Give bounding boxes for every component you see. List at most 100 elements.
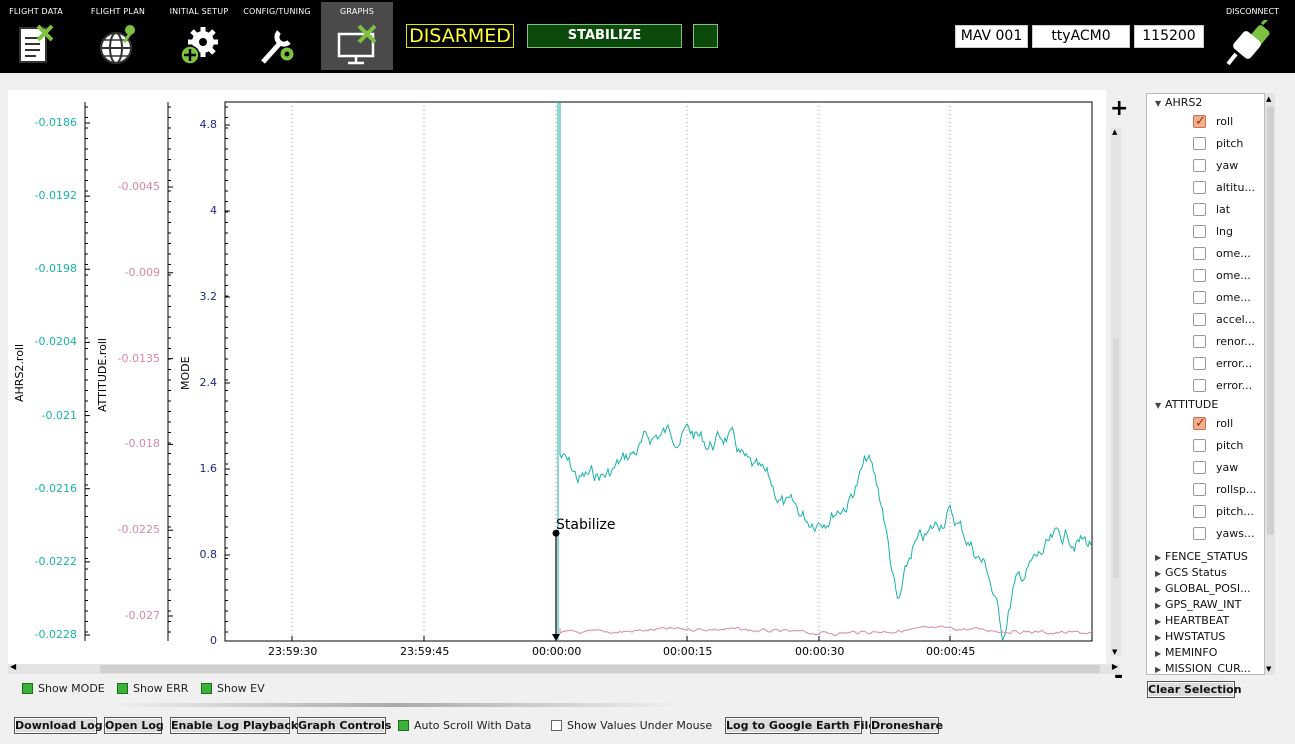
tree-group-collapsed[interactable]: ▶ GCS Status [1155,565,1227,581]
tree-group-collapsed[interactable]: ▶ MISSION_CUR... [1155,661,1251,674]
checkbox-unchecked[interactable] [1193,291,1206,304]
tree-group-collapsed[interactable]: ▶ HEARTBEAT [1155,613,1229,629]
tree-scrollbar[interactable]: ▲ ▼ [1265,93,1275,675]
open-log-button[interactable]: Open Log [104,717,164,734]
scroll-left-icon[interactable]: ◀ [10,662,16,671]
checkbox-unchecked[interactable] [1193,527,1206,540]
tree-group-collapsed[interactable]: ▶ HWSTATUS [1155,629,1225,645]
droneshare-button[interactable]: Droneshare [870,717,943,734]
checkbox-unchecked[interactable] [1193,357,1206,370]
scroll-thumb[interactable] [100,665,1100,673]
expand-arrow-icon[interactable]: ▶ [1155,598,1165,614]
plug-icon[interactable] [1226,20,1276,66]
auto-scroll-toggle[interactable]: Auto Scroll With Data [398,719,531,732]
checkbox-checked[interactable] [398,720,409,731]
slider-down-icon[interactable]: ▼ [1112,648,1117,656]
checkbox-unchecked[interactable] [1193,505,1206,518]
expand-arrow-icon[interactable]: ▶ [1155,582,1165,598]
tree-item[interactable]: lng [1147,223,1264,241]
checkbox-unchecked[interactable] [1193,247,1206,260]
tree-item[interactable]: roll [1147,113,1264,131]
port-select[interactable]: ttyACM0 [1032,25,1130,48]
tree-item-label: ome... [1216,247,1251,260]
tree-item[interactable]: rollsp... [1147,481,1264,499]
mav-select[interactable]: MAV 001 [955,25,1028,48]
expand-arrow-icon[interactable]: ▶ [1155,614,1165,630]
expand-arrow-icon[interactable]: ▶ [1155,662,1165,674]
checkbox-checked[interactable] [1193,415,1206,433]
graph-scrollbar[interactable]: ◀ ▶ [8,662,1120,674]
show-ev-toggle[interactable]: Show EV [201,682,265,695]
graph-panel[interactable]: -0.0186 -0.0192 -0.0198 -0.0204 -0.021 -0.021… [8,90,1106,664]
zoom-slider[interactable]: ▲ ▼ [1111,128,1121,656]
checkbox-unchecked[interactable] [551,720,562,731]
nav-initial-setup[interactable]: INITIAL SETUP [163,2,235,70]
checkbox-unchecked[interactable] [1193,379,1206,392]
tree-item[interactable]: ome... [1147,267,1264,285]
checkbox-unchecked[interactable] [1193,335,1206,348]
checkbox-unchecked[interactable] [1193,159,1206,172]
tree-item[interactable]: error... [1147,355,1264,373]
checkbox-unchecked[interactable] [1193,137,1206,150]
graph-chart[interactable] [8,90,1106,664]
zoom-in-button[interactable]: + [1110,96,1128,121]
tree-group-collapsed[interactable]: ▶ GLOBAL_POSI... [1155,581,1251,597]
tree-item[interactable]: yaws... [1147,525,1264,543]
download-log-button[interactable]: Download Log [14,717,103,734]
tree-scroll-thumb[interactable] [1267,107,1274,535]
tree-item[interactable]: pitch... [1147,503,1264,521]
checkbox-unchecked[interactable] [1193,269,1206,282]
tree-item[interactable]: ome... [1147,245,1264,263]
checkbox-unchecked[interactable] [1193,225,1206,238]
baud-select[interactable]: 115200 [1134,25,1204,48]
tree-item[interactable]: lat [1147,201,1264,219]
slider-thumb[interactable] [1113,338,1119,578]
nav-graphs[interactable]: GRAPHS [321,2,393,70]
tree-item[interactable]: ome... [1147,289,1264,307]
expand-arrow-icon[interactable]: ▼ [1155,398,1165,414]
tree-item[interactable]: accel... [1147,311,1264,329]
tree-group[interactable]: ▼ ATTITUDE [1155,397,1218,413]
slider-up-icon[interactable]: ▲ [1112,128,1117,136]
tree-item[interactable]: error... [1147,377,1264,395]
checkbox-unchecked[interactable] [1193,439,1206,452]
expand-arrow-icon[interactable]: ▼ [1155,96,1165,112]
checkbox-unchecked[interactable] [1193,203,1206,216]
enable-log-playback-button[interactable]: Enable Log Playback [170,717,298,734]
google-earth-button[interactable]: Log to Google Earth File [725,717,876,734]
clear-selection-button[interactable]: Clear Selection [1147,681,1242,698]
tree-item[interactable]: renor... [1147,333,1264,351]
tree-item[interactable]: pitch [1147,135,1264,153]
tree-item[interactable]: altitu... [1147,179,1264,197]
tree-item[interactable]: yaw [1147,157,1264,175]
graph-controls-button[interactable]: Graph Controls [297,717,391,734]
expand-arrow-icon[interactable]: ▶ [1155,646,1165,662]
nav-flight-plan[interactable]: FLIGHT PLAN [82,2,154,70]
tree-group-collapsed[interactable]: ▶ FENCE_STATUS [1155,549,1248,565]
nav-config-tuning[interactable]: CONFIG/TUNING [241,2,313,70]
tree-group-collapsed[interactable]: ▶ GPS_RAW_INT [1155,597,1241,613]
checkbox-unchecked[interactable] [1193,313,1206,326]
show-err-toggle[interactable]: Show ERR [117,682,188,695]
checkbox-unchecked[interactable] [1193,483,1206,496]
tree-scroll-down-icon[interactable]: ▼ [1266,665,1271,673]
expand-arrow-icon[interactable]: ▶ [1155,550,1165,566]
checkbox-checked[interactable] [22,683,33,694]
checkbox-checked[interactable] [201,683,212,694]
checkbox-unchecked[interactable] [1193,181,1206,194]
tree-item[interactable]: pitch [1147,437,1264,455]
expand-arrow-icon[interactable]: ▶ [1155,566,1165,582]
show-values-toggle[interactable]: Show Values Under Mouse [551,719,712,732]
tree-group-collapsed[interactable]: ▶ MEMINFO [1155,645,1217,661]
tree-group[interactable]: ▼ AHRS2 [1155,95,1202,111]
tree-item[interactable]: roll [1147,415,1264,433]
tree-item[interactable]: yaw [1147,459,1264,477]
checkbox-unchecked[interactable] [1193,461,1206,474]
zoom-out-button[interactable]: - [1114,664,1123,689]
show-mode-toggle[interactable]: Show MODE [22,682,105,695]
checkbox-checked[interactable] [1193,113,1206,131]
tree-scroll-up-icon[interactable]: ▲ [1266,95,1271,103]
expand-arrow-icon[interactable]: ▶ [1155,630,1165,646]
checkbox-checked[interactable] [117,683,128,694]
nav-flight-data[interactable]: FLIGHT DATA [0,2,72,70]
